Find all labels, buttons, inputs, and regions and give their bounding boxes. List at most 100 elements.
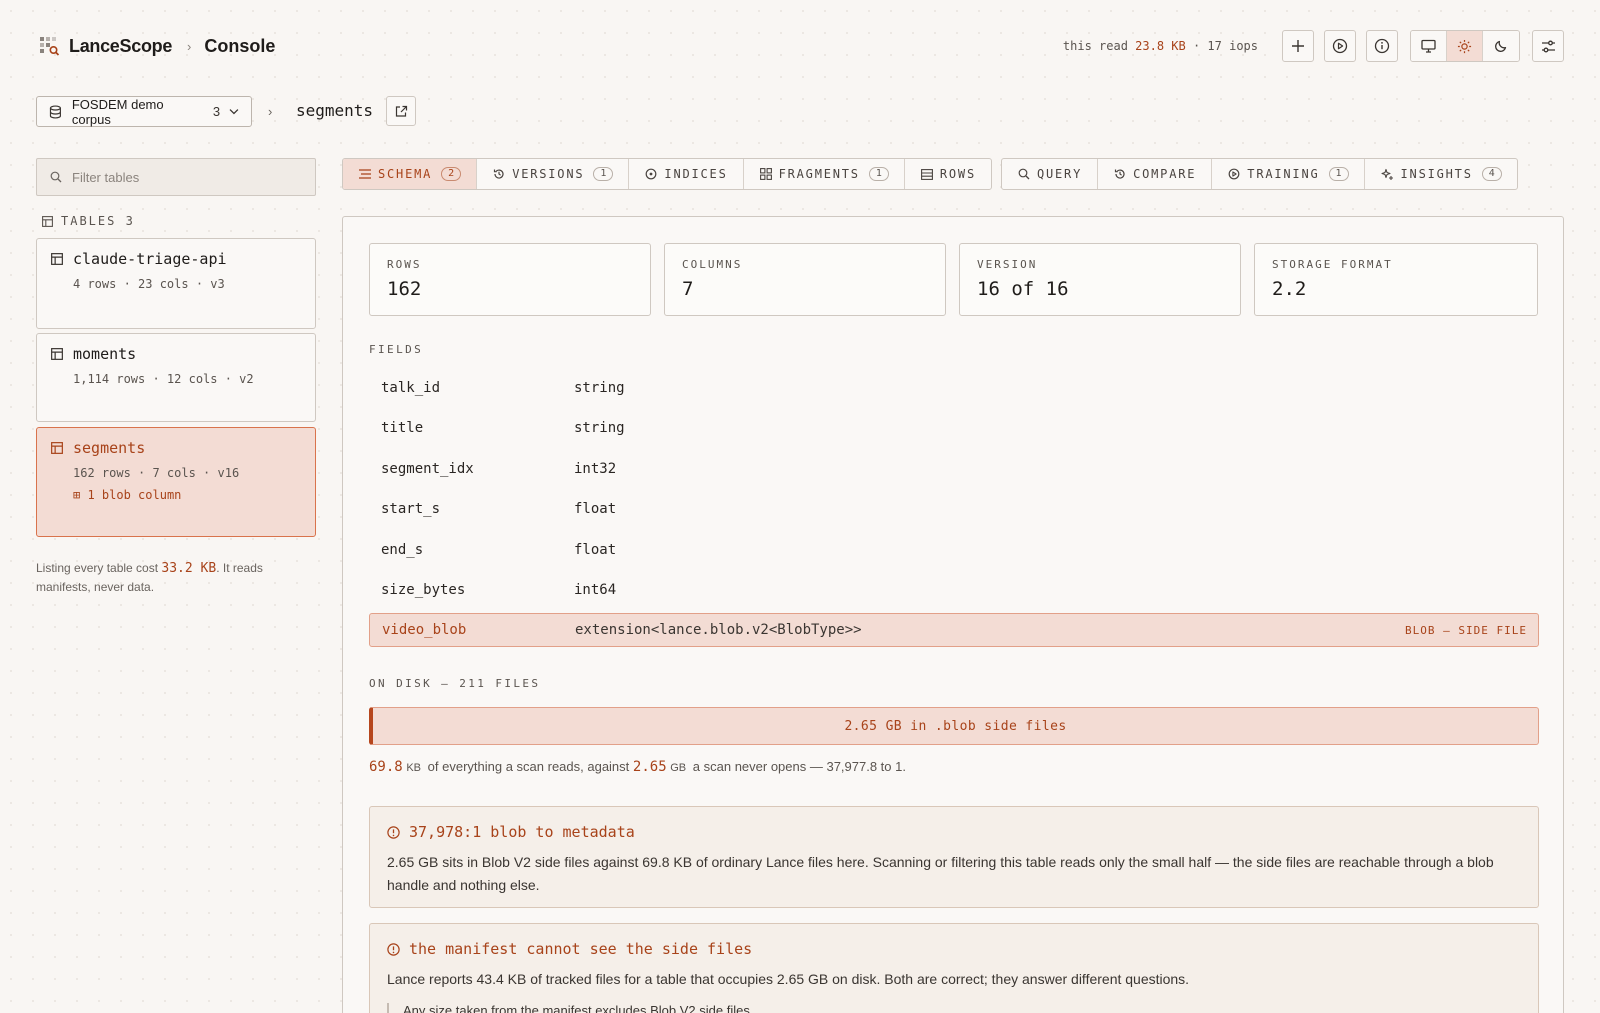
field-name: talk_id <box>381 380 441 396</box>
stat-value: 162 <box>387 278 422 300</box>
tab-fragments[interactable]: FRAGMENTS 1 <box>744 159 905 189</box>
read-prefix: this read <box>1062 39 1128 53</box>
table-icon <box>51 348 63 360</box>
tab-badge: 1 <box>1328 167 1349 181</box>
field-type: string <box>574 420 625 436</box>
sliders-icon <box>1541 40 1555 52</box>
field-name: start_s <box>381 501 441 517</box>
tab-indices[interactable]: INDICES <box>629 159 744 189</box>
info-icon <box>387 942 400 956</box>
stat-value: 16 of 16 <box>977 278 1069 300</box>
tab-label: QUERY <box>1036 167 1083 181</box>
insight-quote: Any size taken from the manifest exclude… <box>387 1003 1521 1013</box>
table-card-name: moments <box>73 345 137 363</box>
info-button[interactable] <box>1366 30 1398 62</box>
insight-title: 37,978:1 blob to metadata <box>387 823 1521 841</box>
tab-label: TRAINING <box>1247 167 1320 181</box>
tab-label: FRAGMENTS <box>778 167 860 181</box>
stat-card-storage-format: STORAGE FORMAT 2.2 <box>1254 243 1538 316</box>
corpus-select[interactable]: FOSDEM demo corpus 3 <box>36 96 252 127</box>
grid-icon: ⊞ <box>73 488 81 502</box>
monitor-icon <box>1421 39 1436 53</box>
chevron-down-icon <box>229 109 239 115</box>
tab-label: INDICES <box>664 167 728 181</box>
tab-insights[interactable]: INSIGHTS 4 <box>1365 159 1517 189</box>
field-type: float <box>574 501 617 517</box>
theme-dark-button[interactable] <box>1483 31 1519 61</box>
field-name: video_blob <box>382 622 467 638</box>
tab-label: ROWS <box>939 167 976 181</box>
corpus-count: 3 <box>212 104 221 119</box>
rows-icon <box>920 168 933 180</box>
tables-heading: TABLES 3 <box>42 214 135 228</box>
fields-heading: FIELDS <box>369 343 424 356</box>
scan-value: 69.8 <box>369 759 403 775</box>
blob-column-text: 1 blob column <box>87 488 182 502</box>
table-card-moments[interactable]: moments 1,114 rows · 12 cols · v2 <box>36 333 316 422</box>
blob-storage-bar: 2.65 GB in .blob side files <box>369 707 1539 745</box>
tables-heading-text: TABLES 3 <box>61 214 135 228</box>
stat-card-version: VERSION 16 of 16 <box>959 243 1241 316</box>
field-row: segment_idx int32 <box>369 452 1539 486</box>
settings-button[interactable] <box>1532 30 1564 62</box>
tab-label: VERSIONS <box>512 167 585 181</box>
target-icon <box>646 168 657 180</box>
theme-switcher <box>1410 30 1520 62</box>
sparkle-icon <box>1380 168 1393 180</box>
play-button[interactable] <box>1324 30 1356 62</box>
info-icon <box>1374 38 1390 54</box>
tab-group-tools: QUERY COMPARE TRAINING 1 INSIGHTS 4 <box>1000 158 1518 190</box>
info-icon <box>387 825 400 839</box>
add-button[interactable] <box>1282 30 1314 62</box>
field-type: int32 <box>574 461 617 477</box>
blob-column-badge: ⊞ 1 blob column <box>73 488 315 502</box>
field-name: segment_idx <box>381 461 474 477</box>
search-icon <box>1018 168 1030 180</box>
sun-icon <box>1457 39 1472 53</box>
stat-label: STORAGE FORMAT <box>1272 258 1393 271</box>
note-prefix: Listing every table cost <box>36 561 159 575</box>
table-card-meta: 162 rows · 7 cols · v16 <box>73 466 240 480</box>
scan-ratio-text: 69.8 KB of everything a scan reads, agai… <box>369 759 906 775</box>
brand-name[interactable]: LanceScope <box>69 36 172 57</box>
theme-system-button[interactable] <box>1411 31 1447 61</box>
stat-label: COLUMNS <box>682 258 743 271</box>
stat-card-columns: COLUMNS 7 <box>664 243 946 316</box>
blob-unit: GB <box>670 762 687 774</box>
tab-compare[interactable]: COMPARE <box>1098 159 1213 189</box>
filter-tables-input[interactable]: Filter tables <box>36 158 316 196</box>
theme-light-button[interactable] <box>1447 31 1483 61</box>
tab-rows[interactable]: ROWS <box>905 159 991 189</box>
blob-side-file-badge: BLOB — SIDE FILE <box>1405 623 1527 637</box>
plus-icon <box>1292 40 1304 52</box>
tab-training[interactable]: TRAINING 1 <box>1212 159 1365 189</box>
view-tabs: SCHEMA 2 VERSIONS 1 INDICES FRAGMENTS 1 … <box>342 158 1527 190</box>
table-icon <box>42 215 53 227</box>
play-icon <box>1228 168 1240 180</box>
insight-title-text: 37,978:1 blob to metadata <box>409 823 635 841</box>
table-card-name: segments <box>73 439 146 457</box>
field-row-blob: video_blob extension<lance.blob.v2<BlobT… <box>369 613 1539 647</box>
open-external-button[interactable] <box>386 96 416 126</box>
listing-cost-note: Listing every table cost 33.2 KB. It rea… <box>36 559 296 597</box>
table-card-claude-triage-api[interactable]: claude-triage-api 4 rows · 23 cols · v3 <box>36 238 316 329</box>
chevron-right-icon: › <box>268 104 273 119</box>
table-card-name: claude-triage-api <box>73 250 227 268</box>
field-name: size_bytes <box>381 582 466 598</box>
stat-value: 7 <box>682 278 694 300</box>
insight-card: the manifest cannot see the side files L… <box>369 923 1539 1013</box>
search-icon <box>50 171 62 183</box>
tab-label: INSIGHTS <box>1400 167 1473 181</box>
tab-query[interactable]: QUERY <box>1002 159 1099 189</box>
field-type: extension<lance.blob.v2<BlobType>> <box>575 622 862 638</box>
scan-unit: KB <box>406 762 422 774</box>
tab-schema[interactable]: SCHEMA 2 <box>343 159 478 189</box>
tab-versions[interactable]: VERSIONS 1 <box>477 159 630 189</box>
field-row: talk_id string <box>369 371 1539 405</box>
table-card-segments[interactable]: segments 162 rows · 7 cols · v16 ⊞ 1 blo… <box>36 427 316 537</box>
database-icon <box>49 104 61 119</box>
tab-label: COMPARE <box>1133 167 1197 181</box>
insight-body: Lance reports 43.4 KB of tracked files f… <box>387 971 1190 987</box>
corpus-label: FOSDEM demo corpus <box>71 96 164 127</box>
note-value: 33.2 KB <box>161 561 217 576</box>
